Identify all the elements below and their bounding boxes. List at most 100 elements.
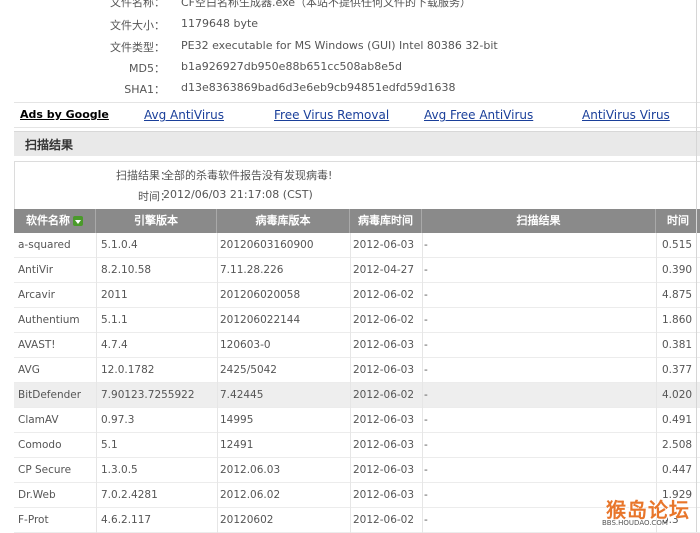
table-cell-date: 2012-06-02 — [353, 289, 415, 301]
table-cell-name: Authentium — [18, 314, 80, 326]
table-cell-name: CP Secure — [18, 464, 72, 476]
table-cell-result: - — [424, 414, 428, 426]
table-cell-result: - — [424, 239, 428, 251]
table-cell-date: 2012-06-03 — [353, 239, 415, 251]
table-cell-name: F-Prot — [18, 514, 49, 526]
table-cell-result: - — [424, 364, 428, 376]
table-cell-name: ClamAV — [18, 414, 59, 426]
table-cell-result: - — [424, 389, 428, 401]
table-cell-engine: 5.1 — [101, 439, 118, 451]
sha1-row: SHA1： d13e8363869bad6d3e6eb9cb94851edfd5… — [17, 81, 697, 101]
ads-by-google-link[interactable]: Ads by Google — [20, 108, 109, 121]
md5-value: b1a926927db950e88b651cc508ab8e5d — [181, 60, 402, 73]
ad-link-antivirus-virus[interactable]: AntiVirus Virus — [582, 108, 670, 122]
file-type-label: 文件类型： — [110, 41, 165, 54]
table-cell-engine: 5.1.1 — [101, 314, 128, 326]
scan-time-row: 时间： 2012/06/03 21:17:08 (CST) — [15, 188, 700, 206]
table-cell-result: - — [424, 289, 428, 301]
section-title: 扫描结果 — [25, 138, 74, 152]
column-divider — [350, 233, 351, 533]
table-cell-date: 2012-06-03 — [353, 439, 415, 451]
ad-link-free-virus-removal[interactable]: Free Virus Removal — [274, 108, 389, 122]
column-header-time: 时间 — [667, 214, 689, 227]
table-cell-result: - — [424, 514, 428, 526]
sha1-value: d13e8363869bad6d3e6eb9cb94851edfd59d1638 — [181, 81, 456, 94]
table-cell-name: AntiVir — [18, 264, 54, 276]
table-cell-time: 0.381 — [662, 339, 693, 351]
md5-row: MD5： b1a926927db950e88b651cc508ab8e5d — [17, 60, 697, 80]
table-cell-time: 0.390 — [662, 264, 693, 276]
scan-time-value: 2012/06/03 21:17:08 (CST) — [163, 188, 313, 201]
scan-results-header: 扫描结果 — [14, 131, 700, 156]
table-cell-name: AVAST! — [18, 339, 56, 351]
table-cell-date: 2012-06-03 — [353, 339, 415, 351]
table-cell-engine: 5.1.0.4 — [101, 239, 138, 251]
file-size-value: 1179648 byte — [181, 17, 259, 30]
table-row: BitDefender 7.90123.7255922 7.42445 2012-06… — [14, 383, 700, 408]
table-cell-date: 2012-06-03 — [353, 464, 415, 476]
table-cell-db: 2012.06.03 — [220, 464, 281, 476]
file-info-panel: 文件名称： CF空白名称生成器.exe（本站不提供任何文件的下载服务） 文件大小… — [17, 0, 700, 96]
column-divider — [656, 233, 657, 533]
column-header-scan-result: 扫描结果 — [422, 209, 656, 233]
column-divider — [96, 233, 97, 533]
table-cell-engine: 4.7.4 — [101, 339, 128, 351]
table-cell-db: 7.11.28.226 — [220, 264, 284, 276]
ad-link-avg-antivirus[interactable]: Avg AntiVirus — [144, 108, 224, 122]
table-cell-engine: 2011 — [101, 289, 128, 301]
scan-summary-box: 扫描结果： 全部的杀毒软件报告没有发现病毒! 时间： 2012/06/03 21… — [14, 161, 700, 210]
table-cell-result: - — [424, 439, 428, 451]
page: 文件名称： CF空白名称生成器.exe（本站不提供任何文件的下载服务） 文件大小… — [0, 0, 700, 533]
table-cell-result: - — [424, 489, 428, 501]
table-cell-time: 1.860 — [662, 314, 693, 326]
table-cell-time: 4.875 — [662, 289, 693, 301]
table-cell-date: 2012-06-02 — [353, 389, 415, 401]
table-cell-time: 0.377 — [662, 364, 693, 376]
file-size-row: 文件大小： 1179648 byte — [17, 17, 697, 37]
table-cell-db: 12491 — [220, 439, 254, 451]
column-divider — [422, 233, 423, 533]
table-cell-result: - — [424, 314, 428, 326]
table-cell-db: 2012.06.02 — [220, 489, 281, 501]
table-cell-db: 2425/5042 — [220, 364, 277, 376]
ads-bar: Ads by Google Avg AntiVirus Free Virus R… — [14, 102, 700, 128]
table-cell-date: 2012-06-03 — [353, 414, 415, 426]
table-row: ClamAV 0.97.3 14995 2012-06-03- 0.491 — [14, 408, 700, 433]
file-name-value: CF空白名称生成器.exe（本站不提供任何文件的下载服务） — [181, 0, 472, 9]
table-cell-db: 201206020058 — [220, 289, 301, 301]
file-name-row: 文件名称： CF空白名称生成器.exe（本站不提供任何文件的下载服务） — [17, 0, 697, 14]
table-cell-name: a-squared — [18, 239, 71, 251]
table-cell-engine: 4.6.2.117 — [101, 514, 152, 526]
page-right-border — [696, 0, 697, 532]
table-cell-time: 0.515 — [662, 239, 693, 251]
table-cell-db: 14995 — [220, 414, 254, 426]
file-type-row: 文件类型： PE32 executable for MS Windows (GU… — [17, 39, 697, 59]
column-header-software[interactable]: 软件名称 — [14, 209, 96, 233]
table-cell-result: - — [424, 264, 428, 276]
table-cell-time: 0.491 — [662, 414, 693, 426]
scan-result-row: 扫描结果： 全部的杀毒软件报告没有发现病毒! — [15, 167, 700, 185]
table-cell-db: 20120603160900 — [220, 239, 314, 251]
table-cell-time: 0.447 — [662, 464, 693, 476]
table-cell-date: 2012-06-03 — [353, 489, 415, 501]
sort-down-icon[interactable] — [73, 216, 83, 226]
table-cell-db: 7.42445 — [220, 389, 264, 401]
column-header-engine: 引擎版本 — [96, 209, 217, 233]
file-type-value: PE32 executable for MS Windows (GUI) Int… — [181, 39, 498, 52]
table-header: 软件名称 引擎版本 病毒库版本 病毒库时间 扫描结果 时间 — [14, 209, 700, 233]
table-cell-engine: 1.3.0.5 — [101, 464, 138, 476]
table-row: AVG 12.0.1782 2425/5042 2012-06-03- 0.377 — [14, 358, 700, 383]
file-name-label: 文件名称： — [110, 0, 165, 9]
column-header-software-label: 软件名称 — [26, 214, 70, 227]
table-cell-time: 2.508 — [662, 439, 693, 451]
watermark-logo: 猴岛论坛 BBS.HOUDAO.COM — [596, 494, 696, 532]
table-cell-result: - — [424, 464, 428, 476]
watermark-url: BBS.HOUDAO.COM — [602, 519, 668, 527]
table-cell-date: 2012-06-02 — [353, 514, 415, 526]
file-size-label: 文件大小： — [110, 19, 165, 32]
table-cell-name: Arcavir — [18, 289, 55, 301]
table-cell-engine: 12.0.1782 — [101, 364, 155, 376]
ad-link-avg-free-antivirus[interactable]: Avg Free AntiVirus — [424, 108, 533, 122]
table-cell-engine: 7.0.2.4281 — [101, 489, 158, 501]
table-row: Authentium 5.1.1 201206022144 2012-06-02- 1.… — [14, 308, 700, 333]
